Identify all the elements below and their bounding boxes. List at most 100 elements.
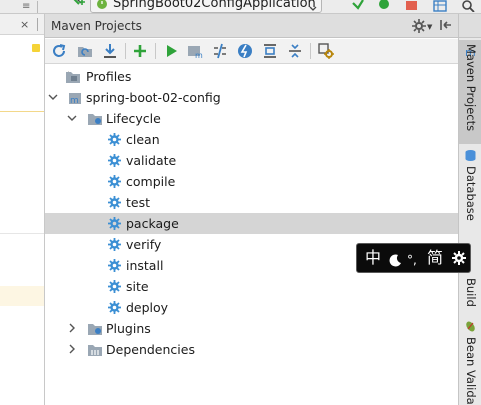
vertical-tab-label: Build	[464, 278, 478, 307]
tree-node-label: Plugins	[106, 321, 151, 336]
tree-node-label: compile	[126, 174, 176, 189]
editor-area: ×	[0, 14, 44, 405]
profiles-folder-icon	[65, 69, 81, 84]
ime-mode-toggle[interactable]: 中	[365, 248, 381, 268]
tree-node-label: validate	[126, 153, 177, 168]
goal-gear-icon	[107, 216, 123, 231]
ime-script-toggle[interactable]: 简	[427, 248, 443, 268]
collapse-all-icon[interactable]	[286, 42, 304, 60]
tab-database[interactable]: Database	[459, 148, 481, 238]
svg-text:m: m	[195, 51, 203, 60]
moon-icon[interactable]	[389, 252, 402, 267]
lifecycle-folder-icon	[87, 111, 103, 126]
vertical-tab-label: Maven Projects	[464, 44, 478, 132]
panel-header: Maven Projects ▼	[45, 14, 459, 38]
goal-gear-icon	[107, 258, 123, 273]
run-toolbar: ≡ SpringBoot02ConfigApplication	[0, 0, 481, 14]
tree-node-goal-package[interactable]: package	[45, 213, 459, 234]
tree-node-label: Profiles	[86, 69, 132, 84]
toolbar-divider	[37, 1, 38, 13]
dependencies-folder-icon	[87, 342, 103, 357]
vertical-tab-label: Bean Validat	[464, 337, 478, 405]
maven-settings-icon[interactable]	[317, 42, 335, 60]
run-configuration-label: SpringBoot02ConfigApplication	[113, 0, 316, 11]
chevron-down-icon	[309, 0, 317, 11]
tree-node-label: deploy	[126, 300, 169, 315]
goal-gear-icon	[107, 174, 123, 189]
maven-project-icon: m	[67, 90, 83, 105]
ime-toolbar[interactable]: 中 °, 简	[356, 243, 471, 273]
run-icon[interactable]	[350, 0, 366, 12]
tree-node-goal-clean[interactable]: clean	[45, 129, 459, 150]
project-structure-icon[interactable]	[432, 0, 448, 12]
goal-gear-icon	[107, 195, 123, 210]
run-configuration-selector[interactable]: SpringBoot02ConfigApplication	[90, 0, 322, 13]
tree-node-goal-test[interactable]: test	[45, 192, 459, 213]
tree-node-label: verify	[126, 237, 162, 252]
ime-punctuation-toggle[interactable]: °,	[407, 250, 417, 270]
hide-panel-icon[interactable]	[439, 18, 453, 32]
reimport-icon[interactable]	[50, 42, 68, 60]
gear-icon[interactable]	[451, 250, 467, 266]
vertical-tab-label: Database	[464, 166, 478, 221]
tree-node-label: test	[126, 195, 151, 210]
tree-node-goal-site[interactable]: site	[45, 276, 459, 297]
close-icon[interactable]: ×	[20, 18, 29, 31]
goal-gear-icon	[107, 237, 123, 252]
goal-gear-icon	[107, 132, 123, 147]
tree-node-label: spring-boot-02-config	[86, 90, 221, 105]
toolbar-divider	[125, 43, 126, 59]
gear-icon[interactable]	[411, 18, 427, 34]
tree-node-label: clean	[126, 132, 160, 147]
stop-icon[interactable]	[404, 0, 420, 12]
tree-node-project[interactable]: m spring-boot-02-config	[45, 87, 459, 108]
maven-project-tree: Profiles m spring-boot-02-config Lifecyc…	[45, 66, 459, 405]
tree-node-goal-compile[interactable]: compile	[45, 171, 459, 192]
skip-tests-icon[interactable]	[236, 42, 254, 60]
toolbar-divider	[155, 43, 156, 59]
maven-toolbar: m	[45, 39, 459, 64]
tree-node-goal-validate[interactable]: validate	[45, 150, 459, 171]
panel-title: Maven Projects	[51, 19, 142, 33]
tree-node-lifecycle[interactable]: Lifecycle	[45, 108, 459, 129]
tree-node-dependencies[interactable]: Dependencies	[45, 339, 459, 360]
download-icon[interactable]	[101, 42, 119, 60]
current-line-highlight	[0, 286, 44, 306]
search-everywhere-icon[interactable]	[460, 0, 476, 13]
structure-lines-icon[interactable]: ≡	[22, 1, 30, 12]
goal-gear-icon	[107, 153, 123, 168]
execute-goal-icon[interactable]: m	[186, 42, 204, 60]
warning-marker[interactable]	[32, 44, 40, 52]
chevron-down-icon[interactable]	[48, 92, 58, 102]
generate-sources-icon[interactable]	[76, 42, 94, 60]
debug-icon[interactable]	[376, 0, 392, 12]
tree-node-label: install	[126, 258, 164, 273]
spring-boot-icon	[96, 0, 108, 10]
goal-gear-icon	[107, 279, 123, 294]
maven-projects-panel: Maven Projects ▼ m Profiles m spring-boo…	[44, 14, 459, 405]
toggle-offline-icon[interactable]	[211, 42, 229, 60]
caret-row-highlight	[0, 111, 44, 112]
tree-node-label: Dependencies	[106, 342, 195, 357]
chevron-down-icon[interactable]: ▼	[427, 23, 432, 31]
chevron-down-icon[interactable]	[67, 113, 77, 123]
toolbar-divider	[310, 43, 311, 59]
plugins-folder-icon	[87, 321, 103, 336]
stripe-header	[459, 14, 481, 38]
tree-node-profiles[interactable]: Profiles	[45, 66, 459, 87]
tab-maven-projects[interactable]: m Maven Projects	[459, 40, 481, 144]
tab-divider	[37, 18, 38, 31]
goal-gear-icon	[107, 300, 123, 315]
show-dependencies-icon[interactable]	[261, 42, 279, 60]
tree-node-goal-deploy[interactable]: deploy	[45, 297, 459, 318]
add-icon[interactable]	[131, 42, 149, 60]
tree-node-label: Lifecycle	[106, 111, 161, 126]
tree-node-plugins[interactable]: Plugins	[45, 318, 459, 339]
build-project-icon[interactable]	[70, 0, 86, 10]
tab-bean-validation[interactable]: Bean Validat	[459, 319, 481, 405]
tree-node-label: package	[126, 216, 179, 231]
chevron-right-icon[interactable]	[67, 323, 77, 333]
right-tool-window-stripe: m Maven Projects Database Build Bean Val…	[458, 14, 481, 405]
chevron-right-icon[interactable]	[67, 344, 77, 354]
run-maven-build-icon[interactable]	[162, 42, 180, 60]
